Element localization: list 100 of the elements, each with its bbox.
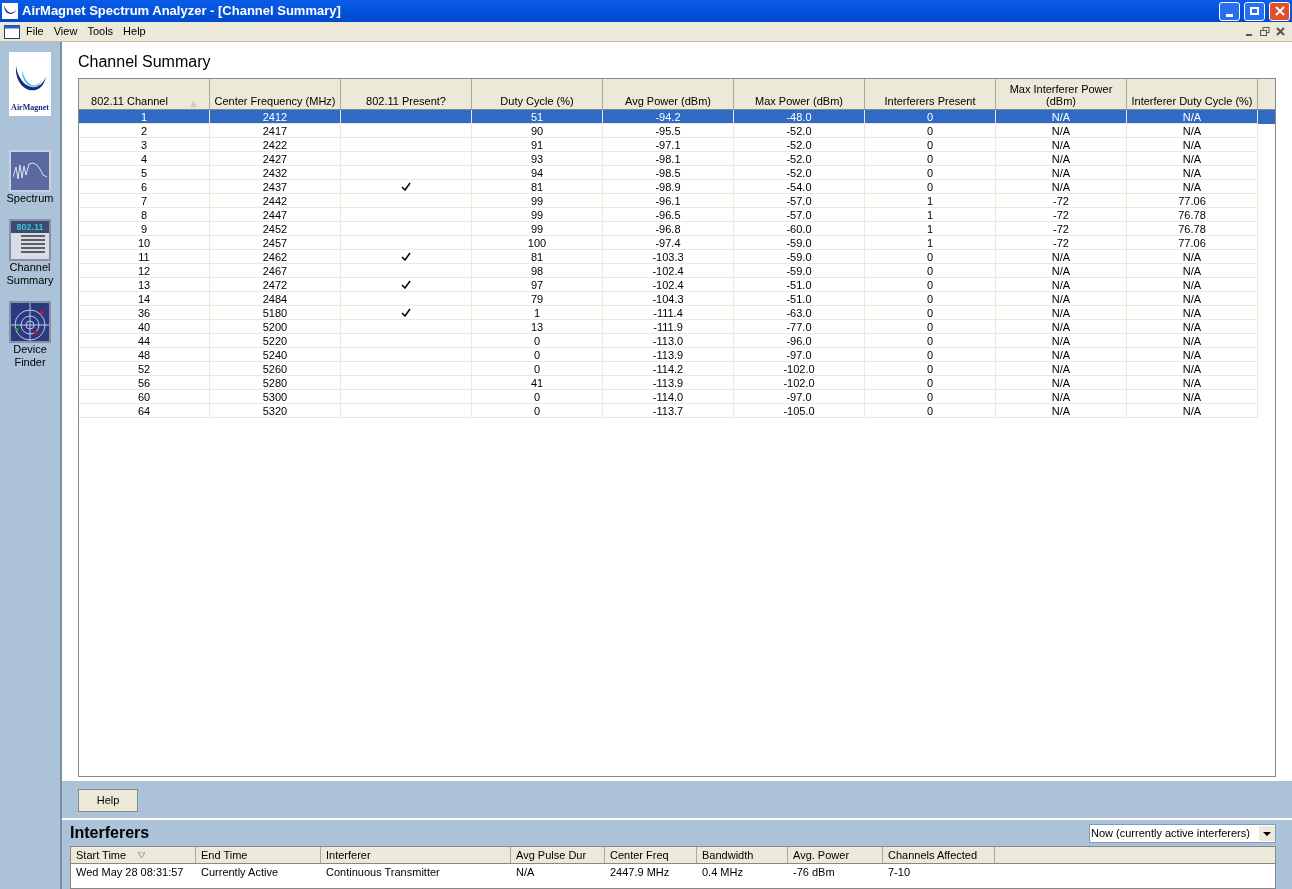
table-cell: -72 bbox=[996, 222, 1127, 236]
sidebar-label[interactable]: Spectrum bbox=[1, 192, 59, 205]
table-cell: 9 bbox=[79, 222, 210, 236]
column-header[interactable]: Avg Power (dBm) bbox=[603, 79, 734, 109]
sidebar-label[interactable]: Device Finder bbox=[1, 343, 59, 369]
table-row[interactable]: 12 2467 98 -102.4 -59.0 0 N/A N/A bbox=[79, 264, 1275, 278]
column-header[interactable]: Max Interferer Power (dBm) bbox=[996, 79, 1127, 109]
column-header[interactable]: End Time bbox=[196, 847, 321, 863]
table-cell: -96.0 bbox=[734, 334, 865, 348]
table-row[interactable]: 60 5300 0 -114.0 -97.0 0 N/A N/A bbox=[79, 390, 1275, 404]
column-header[interactable]: Avg. Power bbox=[788, 847, 883, 863]
table-cell: -102.0 bbox=[734, 376, 865, 390]
table-cell: 2462 bbox=[210, 250, 341, 264]
table-cell: 76.78 bbox=[1127, 222, 1258, 236]
table-cell: 2432 bbox=[210, 166, 341, 180]
table-cell: -97.1 bbox=[603, 138, 734, 152]
table-row[interactable]: 11 2462 81 -103.3 -59.0 0 N/A N/A bbox=[79, 250, 1275, 264]
table-row[interactable]: 4 2427 93 -98.1 -52.0 0 N/A N/A bbox=[79, 152, 1275, 166]
table-row[interactable]: 40 5200 13 -111.9 -77.0 0 N/A N/A bbox=[79, 320, 1275, 334]
close-icon bbox=[1274, 6, 1285, 16]
table-cell-text: Currently Active bbox=[200, 864, 280, 880]
column-header[interactable]: Avg Pulse Dur bbox=[511, 847, 605, 863]
table-cell: 0 bbox=[865, 250, 996, 264]
column-header[interactable]: Center Frequency (MHz) bbox=[210, 79, 341, 109]
table-cell: N/A bbox=[996, 334, 1127, 348]
table-cell: N/A bbox=[996, 124, 1127, 138]
table-cell: -95.5 bbox=[603, 124, 734, 138]
table-cell: -111.4 bbox=[603, 306, 734, 320]
table-row[interactable]: 7 2442 99 -96.1 -57.0 1 -72 77.06 bbox=[79, 194, 1275, 208]
table-row[interactable]: 56 5280 41 -113.9 -102.0 0 N/A N/A bbox=[79, 376, 1275, 390]
table-cell: -111.9 bbox=[603, 320, 734, 334]
column-header[interactable]: Max Power (dBm) bbox=[734, 79, 865, 109]
column-header[interactable]: 802.11 Channel bbox=[79, 79, 210, 109]
table-cell: 44 bbox=[79, 334, 210, 348]
table-row[interactable]: 6 2437 81 -98.9 -54.0 0 N/A N/A bbox=[79, 180, 1275, 194]
table-row[interactable]: 1 2412 51 -94.2 -48.0 0 N/A N/A bbox=[79, 110, 1275, 124]
table-cell: 2412 bbox=[210, 110, 341, 124]
table-row[interactable]: 10 2457 100 -97.4 -59.0 1 -72 77.06 bbox=[79, 236, 1275, 250]
column-header[interactable]: Interferer Duty Cycle (%) bbox=[1127, 79, 1258, 109]
table-row[interactable]: 3 2422 91 -97.1 -52.0 0 N/A N/A bbox=[79, 138, 1275, 152]
table-cell: 0 bbox=[865, 110, 996, 124]
table-cell: 0 bbox=[472, 390, 603, 404]
table-cell: 0 bbox=[472, 348, 603, 362]
menu-item[interactable]: Help bbox=[119, 23, 150, 40]
table-cell: -96.8 bbox=[603, 222, 734, 236]
table-cell: N/A bbox=[1127, 110, 1258, 124]
help-button[interactable]: Help bbox=[78, 789, 138, 812]
table-row[interactable]: 2 2417 90 -95.5 -52.0 0 N/A N/A bbox=[79, 124, 1275, 138]
menu-item[interactable]: File bbox=[22, 23, 48, 40]
table-cell: N/A bbox=[1127, 390, 1258, 404]
sidebar-label[interactable]: Channel Summary bbox=[1, 261, 59, 287]
table-cell: 5260 bbox=[210, 362, 341, 376]
table-cell: 2442 bbox=[210, 194, 341, 208]
table-cell: 0 bbox=[865, 292, 996, 306]
table-cell: 48 bbox=[79, 348, 210, 362]
table-cell: 8 bbox=[79, 208, 210, 222]
table-row[interactable]: 13 2472 97 -102.4 -51.0 0 N/A N/A bbox=[79, 278, 1275, 292]
table-cell: 5180 bbox=[210, 306, 341, 320]
restore-icon[interactable] bbox=[1258, 24, 1272, 39]
table-cell: 98 bbox=[472, 264, 603, 278]
table-cell: 100 bbox=[472, 236, 603, 250]
table-row[interactable]: 64 5320 0 -113.7 -105.0 0 N/A N/A bbox=[79, 404, 1275, 418]
table-cell: -52.0 bbox=[734, 166, 865, 180]
table-cell: 1 bbox=[865, 236, 996, 250]
menu-item[interactable]: View bbox=[49, 23, 82, 40]
minimize-button[interactable] bbox=[1219, 1, 1240, 21]
column-header[interactable]: Bandwidth bbox=[697, 847, 788, 863]
close-button[interactable] bbox=[1269, 1, 1290, 21]
table-cell: -51.0 bbox=[734, 278, 865, 292]
table-cell: N/A bbox=[996, 264, 1127, 278]
column-header[interactable]: Duty Cycle (%) bbox=[472, 79, 603, 109]
table-row[interactable]: 9 2452 99 -96.8 -60.0 1 -72 76.78 bbox=[79, 222, 1275, 236]
table-row[interactable]: 52 5260 0 -114.2 -102.0 0 N/A N/A bbox=[79, 362, 1275, 376]
table-cell: 77.06 bbox=[1127, 236, 1258, 250]
column-header[interactable]: 802.11 Present? bbox=[341, 79, 472, 109]
menu-item[interactable]: Tools bbox=[83, 23, 118, 40]
table-cell: 93 bbox=[472, 152, 603, 166]
table-cell: -113.0 bbox=[603, 334, 734, 348]
column-header[interactable]: Interferer bbox=[321, 847, 511, 863]
column-header[interactable]: Channels Affected bbox=[883, 847, 995, 863]
table-row[interactable]: 8 2447 99 -96.5 -57.0 1 -72 76.78 bbox=[79, 208, 1275, 222]
table-row[interactable]: 44 5220 0 -113.0 -96.0 0 N/A N/A bbox=[79, 334, 1275, 348]
table-row[interactable]: 14 2484 79 -104.3 -51.0 0 N/A N/A bbox=[79, 292, 1275, 306]
spectrum-icon[interactable] bbox=[9, 150, 51, 192]
table-row[interactable]: 5 2432 94 -98.5 -52.0 0 N/A N/A bbox=[79, 166, 1275, 180]
filter-dropdown[interactable]: Now (currently active interferers) bbox=[1089, 823, 1276, 843]
sort-icon bbox=[189, 101, 197, 107]
table-cell: -72 bbox=[996, 236, 1127, 250]
maximize-button[interactable] bbox=[1244, 1, 1265, 21]
table-row[interactable]: 48 5240 0 -113.9 -97.0 0 N/A N/A bbox=[79, 348, 1275, 362]
table-cell: N/A bbox=[1127, 376, 1258, 390]
column-header[interactable]: Center Freq bbox=[605, 847, 697, 863]
table-row[interactable]: 36 5180 1 -111.4 -63.0 0 N/A N/A bbox=[79, 306, 1275, 320]
radar-icon[interactable] bbox=[9, 301, 51, 343]
column-header[interactable]: Interferers Present bbox=[865, 79, 996, 109]
column-header[interactable]: Start Time bbox=[71, 847, 196, 863]
table-cell: 2457 bbox=[210, 236, 341, 250]
table-cell: 94 bbox=[472, 166, 603, 180]
channel-table-icon[interactable]: 802.11 bbox=[9, 219, 51, 261]
table-cell: 1 bbox=[865, 222, 996, 236]
